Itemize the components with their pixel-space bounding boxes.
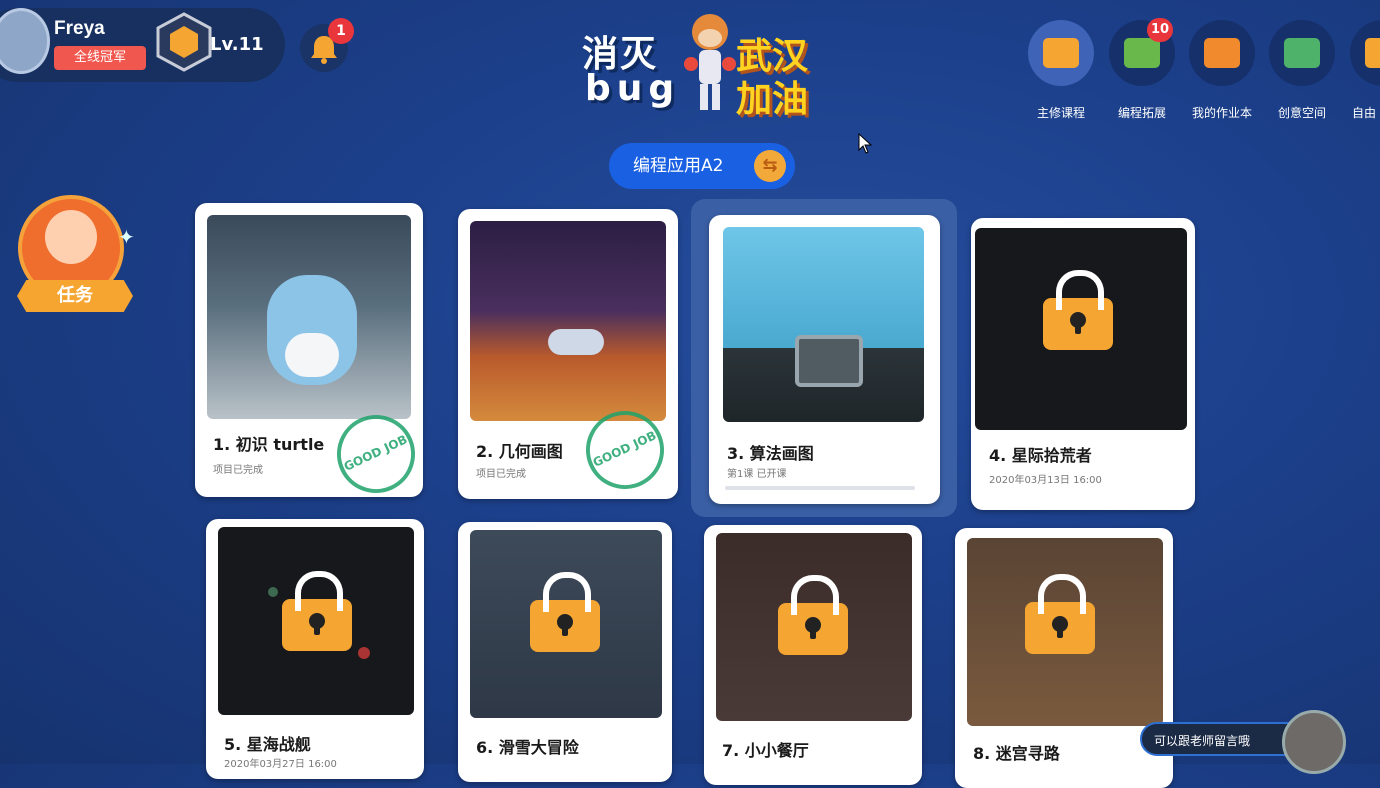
nav-label: 主修课程: [1036, 106, 1085, 120]
mouse-cursor-icon: [858, 133, 873, 154]
lesson-title: 5. 星海战舰: [224, 735, 311, 754]
lesson-card-7[interactable]: 7. 小小餐厅: [704, 525, 922, 785]
nav-label: 编程拓展: [1117, 106, 1166, 120]
free-icon: [1365, 38, 1380, 68]
lesson-title: 6. 滑雪大冒险: [476, 738, 579, 757]
nav-homework[interactable]: 我的作业本: [1182, 20, 1262, 121]
lesson-thumbnail: [723, 227, 924, 422]
lesson-card-2[interactable]: 2. 几何画图 项目已完成 GOOD JOB: [458, 209, 678, 502]
logo-text-line2: bug: [585, 68, 681, 109]
lesson-status: 2020年03月13日 16:00: [989, 475, 1102, 486]
nav-label: 创意空间: [1277, 106, 1326, 120]
lesson-card-5[interactable]: 5. 星海战舰 2020年03月27日 16:00: [206, 519, 424, 779]
sparkle-icon: ✦: [118, 225, 135, 249]
user-level: Lv.11: [210, 34, 264, 55]
map-icon: [1284, 38, 1320, 68]
nav-creative-space[interactable]: 创意空间: [1262, 20, 1342, 121]
swap-icon[interactable]: ⇆: [754, 150, 786, 182]
lesson-title: 8. 迷宫寻路: [973, 744, 1060, 763]
lesson-status: 项目已完成: [213, 465, 263, 476]
lesson-card-6[interactable]: 6. 滑雪大冒险: [458, 522, 672, 782]
notification-count-badge: 1: [328, 18, 354, 44]
nav-main-course[interactable]: 主修课程: [1021, 20, 1101, 121]
level-hexagon-icon: [156, 12, 212, 72]
lesson-title: 2. 几何画图: [476, 442, 563, 461]
folder-icon: [1124, 38, 1160, 68]
lesson-title: 3. 算法画图: [727, 444, 814, 463]
task-label[interactable]: 任务: [17, 280, 133, 312]
lesson-card-4[interactable]: 4. 星际拾荒者 2020年03月13日 16:00: [971, 218, 1195, 510]
lock-icon: [1025, 574, 1095, 654]
user-name: Freya: [54, 18, 105, 39]
nav-label: 我的作业本: [1191, 106, 1252, 120]
notebook-icon: [1204, 38, 1240, 68]
nav-extension[interactable]: 10 编程拓展: [1102, 18, 1182, 121]
monkey-mascot-icon: [684, 14, 736, 110]
logo-accent-line2: 加油: [736, 79, 809, 120]
lesson-card-1[interactable]: 1. 初识 turtle 项目已完成 GOOD JOB: [195, 203, 428, 506]
nav-free[interactable]: 自由: [1342, 20, 1380, 121]
lesson-title: 1. 初识 turtle: [213, 435, 325, 454]
lesson-thumbnail: [470, 221, 666, 421]
lock-icon: [282, 571, 352, 651]
lock-icon: [1043, 270, 1113, 350]
video-course-icon: [1043, 38, 1079, 68]
lesson-title: 4. 星际拾荒者: [989, 446, 1092, 465]
lesson-status: 2020年03月27日 16:00: [224, 759, 337, 770]
lock-icon: [778, 575, 848, 655]
lesson-title: 7. 小小餐厅: [722, 741, 809, 760]
lesson-thumbnail: [207, 215, 411, 419]
lesson-status: 第1课 已开课: [727, 469, 787, 480]
teacher-avatar[interactable]: [1282, 710, 1346, 774]
user-title-badge: 全线冠军: [54, 46, 146, 70]
nav-count-badge: 10: [1147, 18, 1173, 42]
nav-label: 自由: [1352, 106, 1377, 120]
lesson-status: 项目已完成: [476, 469, 526, 480]
task-character-icon: [45, 210, 97, 264]
lesson-progress-bar: [725, 486, 915, 490]
lock-icon: [530, 572, 600, 652]
lesson-card-3[interactable]: 3. 算法画图 第1课 已开课: [709, 215, 940, 504]
lesson-card-8[interactable]: 8. 迷宫寻路: [955, 528, 1173, 788]
